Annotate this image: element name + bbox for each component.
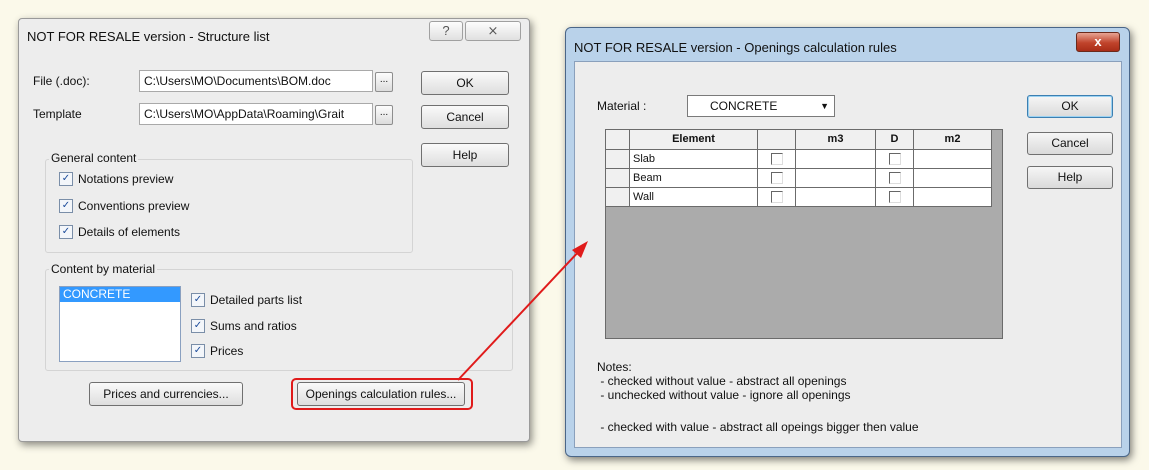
arrow-line bbox=[457, 247, 583, 381]
connector-arrow bbox=[457, 241, 588, 381]
